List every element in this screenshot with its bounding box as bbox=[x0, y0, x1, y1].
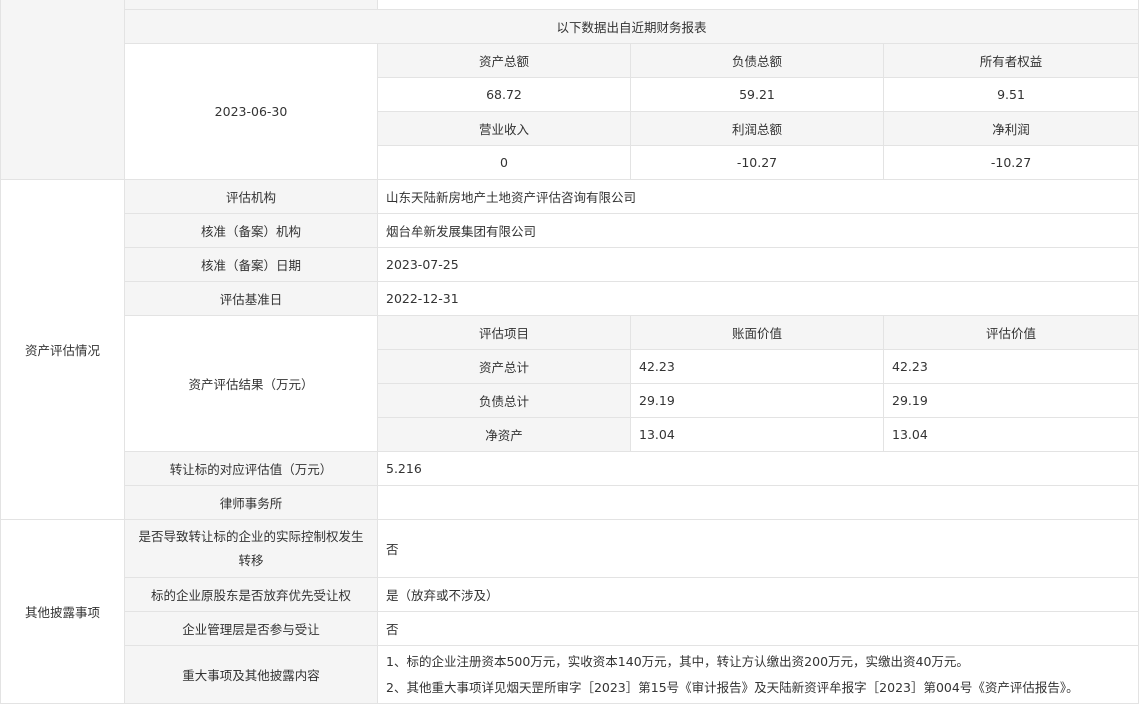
control-transfer-value: 否 bbox=[376, 519, 1140, 578]
result-appraised-value: 42.23 bbox=[882, 349, 1140, 384]
fin-header-owner-equity: 所有者权益 bbox=[882, 43, 1140, 78]
fin-value-owner-equity: 9.51 bbox=[882, 77, 1140, 112]
result-header-appraised: 评估价值 bbox=[882, 315, 1140, 350]
fin-value-revenue: 0 bbox=[377, 145, 631, 180]
management-participation-value: 否 bbox=[376, 611, 1140, 646]
result-book-value: 42.23 bbox=[630, 349, 884, 384]
result-appraised-value: 29.19 bbox=[882, 383, 1140, 418]
major-matters-label: 重大事项及其他披露内容 bbox=[124, 645, 378, 704]
fin-header-total-assets: 资产总额 bbox=[377, 43, 631, 78]
control-transfer-label: 是否导致转让标的企业的实际控制权发生转移 bbox=[124, 519, 378, 578]
result-item: 负债总计 bbox=[377, 383, 631, 418]
base-date-value: 2022-12-31 bbox=[376, 281, 1140, 316]
valuation-result-label: 资产评估结果（万元） bbox=[124, 315, 378, 452]
other-section-label: 其他披露事项 bbox=[0, 519, 125, 704]
target-value-label: 转让标的对应评估值（万元） bbox=[124, 451, 378, 486]
major-matters-line: 1、标的企业注册资本500万元，实收资本140万元，其中，转让方认缴出资200万… bbox=[386, 653, 969, 669]
result-item: 净资产 bbox=[377, 417, 631, 452]
fin-value-total-profit: -10.27 bbox=[630, 145, 884, 180]
approve-org-value: 烟台牟新发展集团有限公司 bbox=[376, 213, 1140, 248]
approve-org-label: 核准（备案）机构 bbox=[124, 213, 378, 248]
prev-row-label bbox=[124, 0, 378, 10]
waive-preemption-label: 标的企业原股东是否放弃优先受让权 bbox=[124, 577, 378, 612]
target-value: 5.216 bbox=[376, 451, 1140, 486]
result-book-value: 13.04 bbox=[630, 417, 884, 452]
result-header-book: 账面价值 bbox=[630, 315, 884, 350]
result-header-item: 评估项目 bbox=[377, 315, 631, 350]
approve-date-value: 2023-07-25 bbox=[376, 247, 1140, 282]
result-book-value: 29.19 bbox=[630, 383, 884, 418]
prev-row-value bbox=[376, 0, 1140, 10]
financial-header: 以下数据出自近期财务报表 bbox=[123, 9, 1140, 44]
approve-date-label: 核准（备案）日期 bbox=[124, 247, 378, 282]
fin-value-net-profit: -10.27 bbox=[882, 145, 1140, 180]
fin-value-total-assets: 68.72 bbox=[377, 77, 631, 112]
fin-header-net-profit: 净利润 bbox=[882, 111, 1140, 146]
major-matters-line: 2、其他重大事项详见烟天罡所审字［2023］第15号《审计报告》及天陆新资评牟报… bbox=[386, 679, 1079, 695]
result-appraised-value: 13.04 bbox=[882, 417, 1140, 452]
fin-header-total-profit: 利润总额 bbox=[630, 111, 884, 146]
law-firm-value bbox=[376, 485, 1140, 520]
financial-section-spacer bbox=[0, 0, 125, 180]
result-item: 资产总计 bbox=[377, 349, 631, 384]
valuation-section-label: 资产评估情况 bbox=[0, 179, 125, 520]
agency-label: 评估机构 bbox=[124, 179, 378, 214]
fin-value-total-liabilities: 59.21 bbox=[630, 77, 884, 112]
waive-preemption-value: 是（放弃或不涉及） bbox=[376, 577, 1140, 612]
disclosure-table: 以下数据出自近期财务报表 2023-06-30 资产总额 负债总额 所有者权益 … bbox=[0, 0, 1140, 704]
management-participation-label: 企业管理层是否参与受让 bbox=[124, 611, 378, 646]
base-date-label: 评估基准日 bbox=[124, 281, 378, 316]
major-matters-content: 1、标的企业注册资本500万元，实收资本140万元，其中，转让方认缴出资200万… bbox=[376, 645, 1140, 704]
law-firm-label: 律师事务所 bbox=[124, 485, 378, 520]
financial-report-date: 2023-06-30 bbox=[124, 43, 378, 180]
fin-header-total-liabilities: 负债总额 bbox=[630, 43, 884, 78]
agency-value: 山东天陆新房地产土地资产评估咨询有限公司 bbox=[376, 179, 1140, 214]
fin-header-revenue: 营业收入 bbox=[377, 111, 631, 146]
